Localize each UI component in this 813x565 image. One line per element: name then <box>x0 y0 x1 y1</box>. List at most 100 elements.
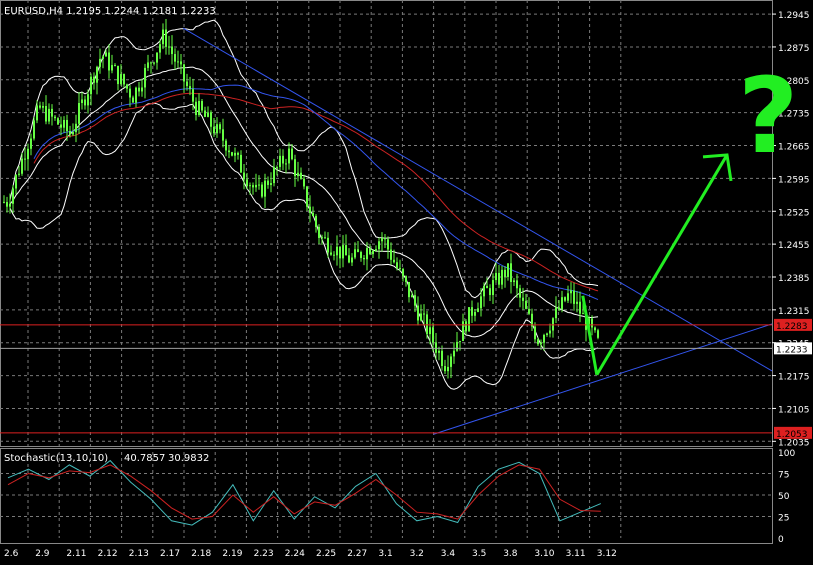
y-tick-label: 1.2105 <box>778 405 810 415</box>
candle-body <box>51 108 53 117</box>
candle-body <box>180 61 182 65</box>
candle-body <box>291 148 293 160</box>
candle-body <box>189 86 191 90</box>
candle-body <box>213 126 215 134</box>
candle-body <box>231 152 233 156</box>
candle-body <box>33 120 35 139</box>
candle-body <box>168 46 170 48</box>
candle-body <box>579 301 581 314</box>
candle-body <box>363 257 365 260</box>
candle-body <box>45 106 47 122</box>
candle-body <box>438 350 440 353</box>
x-tick-label: 3.12 <box>597 549 617 559</box>
candle-body <box>471 307 473 316</box>
candle-body <box>90 76 92 95</box>
candle-body <box>63 119 65 128</box>
x-tick-label: 2.24 <box>285 549 305 559</box>
candle-body <box>78 103 80 124</box>
candle-body <box>396 262 398 268</box>
moving-average-red <box>33 92 599 292</box>
stoch-y-tick-label: 0 <box>778 535 784 545</box>
x-tick-label: 2.6 <box>4 549 19 559</box>
candle-body <box>273 167 275 184</box>
y-tick-label: 1.2945 <box>778 11 810 21</box>
candle-body <box>366 248 368 260</box>
candle-body <box>339 246 341 259</box>
candle-body <box>432 327 434 343</box>
chart-window[interactable]: 1.2283 1.2233 1.2053 1.2945 1.2875 1.2805 1.2… <box>0 0 813 561</box>
candle-body <box>186 81 188 87</box>
candle-body <box>492 280 494 296</box>
candle-body <box>591 318 593 328</box>
axis-labels: 1.29451.28751.28051.27351.26651.25951.25… <box>4 11 810 559</box>
candle-body <box>597 330 599 338</box>
candle-body <box>384 238 386 240</box>
candle-body <box>261 184 263 197</box>
candle-body <box>81 99 83 104</box>
x-tick-label: 2.13 <box>129 549 149 559</box>
candle-body <box>3 201 5 203</box>
candle-body <box>219 124 221 130</box>
candle-body <box>594 327 596 331</box>
candle-body <box>276 166 278 168</box>
uptrend-line <box>433 323 773 435</box>
candle-body <box>483 285 485 297</box>
candle-body <box>267 180 269 185</box>
candle-body <box>24 158 26 160</box>
moving-average-blue <box>33 84 599 301</box>
candle-body <box>174 54 176 62</box>
candle-body <box>141 87 143 92</box>
candle-body <box>165 29 167 47</box>
candle-body <box>468 307 470 332</box>
stoch-signal-value: 30.9832 <box>168 453 209 464</box>
candle-body <box>459 340 461 342</box>
candle-body <box>138 87 140 92</box>
candle-body <box>522 297 524 301</box>
candle-body <box>576 301 578 304</box>
candle-body <box>225 140 227 151</box>
grid-lines <box>0 0 772 538</box>
candle-body <box>405 276 407 282</box>
price-label-text: 1.2283 <box>776 322 808 332</box>
price-chart[interactable]: 1.22831.22331.2053 1.29451.28751.28051.2… <box>0 0 813 561</box>
candle-body <box>282 155 284 164</box>
candle-body <box>351 257 353 263</box>
x-tick-label: 2.23 <box>254 549 274 559</box>
candle-body <box>93 76 95 83</box>
candle-body <box>510 263 512 283</box>
x-tick-label: 3.1 <box>378 549 392 559</box>
candle-body <box>12 188 14 204</box>
candle-body <box>234 152 236 156</box>
y-tick-label: 1.2245 <box>778 340 810 350</box>
candle-body <box>315 215 317 227</box>
x-tick-label: 3.8 <box>503 549 518 559</box>
candle-body <box>15 174 17 189</box>
candle-body <box>444 366 446 372</box>
candle-body <box>372 250 374 255</box>
candle-body <box>399 267 401 269</box>
candle-body <box>402 268 404 277</box>
candle-body <box>252 185 254 188</box>
candle-body <box>171 46 173 55</box>
candle-body <box>543 334 545 343</box>
candle-body <box>57 118 59 125</box>
y-tick-label: 1.2315 <box>778 307 810 317</box>
candle-body <box>354 249 356 258</box>
candle-body <box>48 108 50 122</box>
stoch-y-tick-label: 25 <box>778 514 789 524</box>
candle-body <box>117 65 119 85</box>
y-tick-label: 1.2525 <box>778 208 810 218</box>
candle-body <box>420 313 422 321</box>
candle-body <box>195 101 197 116</box>
stoch-y-tick-label: 75 <box>778 471 789 481</box>
stoch-panel-frame <box>0 448 773 544</box>
symbol-header: EURUSD,H4 1.2195 1.2244 1.2181 1.2233 <box>4 6 216 17</box>
candle-body <box>108 52 110 71</box>
bollinger-upper <box>9 19 599 299</box>
candle-body <box>102 56 104 59</box>
forecast-arrow-line <box>595 154 729 376</box>
candle-body <box>534 326 536 340</box>
x-tick-label: 3.2 <box>410 549 424 559</box>
candle-body <box>528 308 530 314</box>
candle-body <box>72 132 74 135</box>
